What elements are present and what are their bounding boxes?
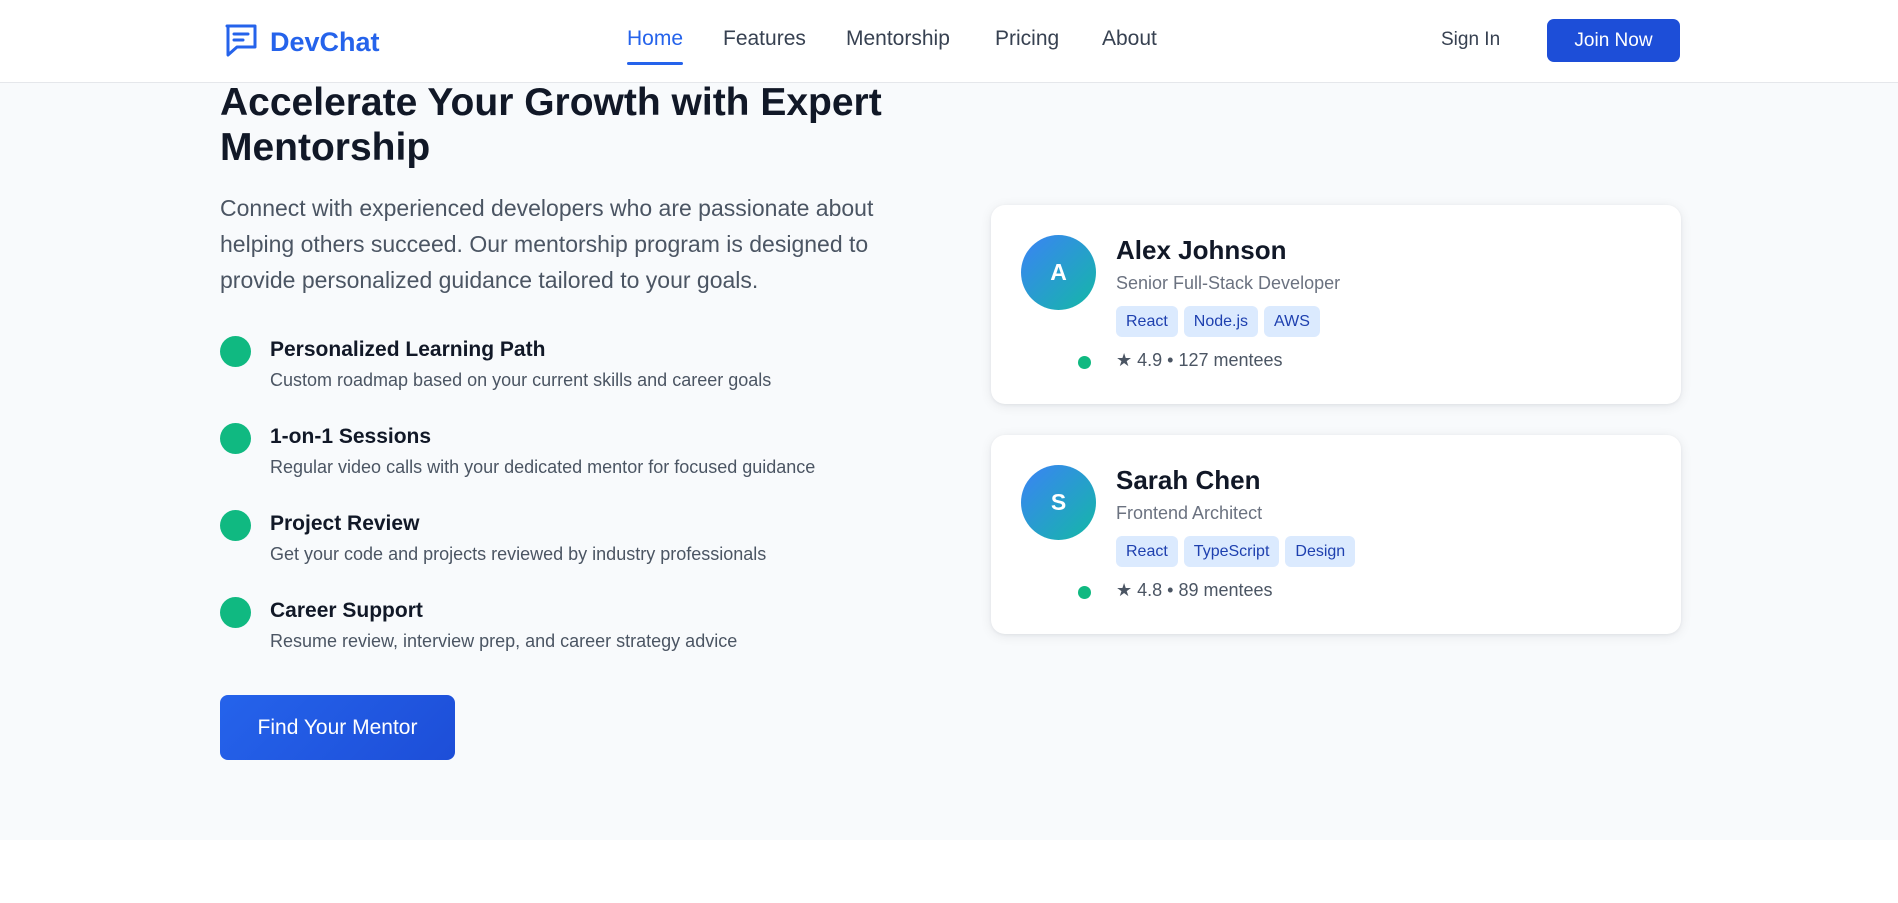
skill-tag: Design (1285, 536, 1356, 567)
nav-features[interactable]: Features (723, 27, 806, 51)
find-mentor-button[interactable]: Find Your Mentor (220, 695, 455, 760)
feature-item: Career Support Resume review, interview … (220, 597, 940, 657)
feature-bullet-icon (220, 336, 251, 367)
skill-tag: React (1116, 536, 1178, 567)
join-now-button[interactable]: Join Now (1547, 19, 1680, 62)
feature-title: Career Support (270, 599, 423, 622)
sign-in-link[interactable]: Sign In (1441, 29, 1500, 51)
skill-tag: React (1116, 306, 1178, 337)
avatar: S (1021, 465, 1096, 540)
skill-tags: React Node.js AWS (1116, 306, 1320, 337)
feature-title: Personalized Learning Path (270, 338, 546, 361)
skill-tag: TypeScript (1183, 536, 1280, 567)
nav-about[interactable]: About (1102, 27, 1157, 51)
online-status-icon (1078, 586, 1091, 599)
skill-tag: AWS (1264, 306, 1320, 337)
feature-item: 1-on-1 Sessions Regular video calls with… (220, 423, 940, 483)
hero-description: Connect with experienced developers who … (220, 195, 874, 293)
feature-bullet-icon (220, 510, 251, 541)
mentor-name: Sarah Chen (1116, 465, 1261, 495)
mentor-role: Senior Full-Stack Developer (1116, 273, 1341, 293)
hero-title: Accelerate Your Growth with Expert Mento… (220, 81, 882, 169)
nav-home[interactable]: Home (627, 27, 683, 51)
feature-description: Custom roadmap based on your current ski… (270, 370, 772, 390)
nav-pricing[interactable]: Pricing (995, 27, 1059, 51)
mentor-card[interactable]: A Alex Johnson Senior Full-Stack Develop… (991, 205, 1681, 404)
feature-bullet-icon (220, 597, 251, 628)
online-status-icon (1078, 356, 1091, 369)
feature-description: Resume review, interview prep, and caree… (270, 631, 738, 651)
feature-bullet-icon (220, 423, 251, 454)
avatar: A (1021, 235, 1096, 310)
mentor-role: Frontend Architect (1116, 503, 1263, 523)
feature-item: Personalized Learning Path Custom roadma… (220, 336, 940, 396)
site-header: DevChat Home Features Mentorship Pricing… (0, 0, 1898, 83)
feature-title: Project Review (270, 512, 420, 535)
nav-active-indicator (627, 62, 683, 65)
mentor-rating: ★ 4.8 • 89 mentees (1116, 580, 1273, 600)
mentor-name: Alex Johnson (1116, 235, 1287, 265)
mentor-rating: ★ 4.9 • 127 mentees (1116, 350, 1283, 370)
feature-item: Project Review Get your code and project… (220, 510, 940, 570)
feature-description: Regular video calls with your dedicated … (270, 457, 816, 477)
feature-title: 1-on-1 Sessions (270, 425, 432, 448)
mentor-card[interactable]: S Sarah Chen Frontend Architect React Ty… (991, 435, 1681, 634)
feature-description: Get your code and projects reviewed by i… (270, 544, 767, 564)
skill-tags: React TypeScript Design (1116, 536, 1356, 567)
skill-tag: Node.js (1183, 306, 1259, 337)
nav-mentorship[interactable]: Mentorship (846, 27, 950, 51)
